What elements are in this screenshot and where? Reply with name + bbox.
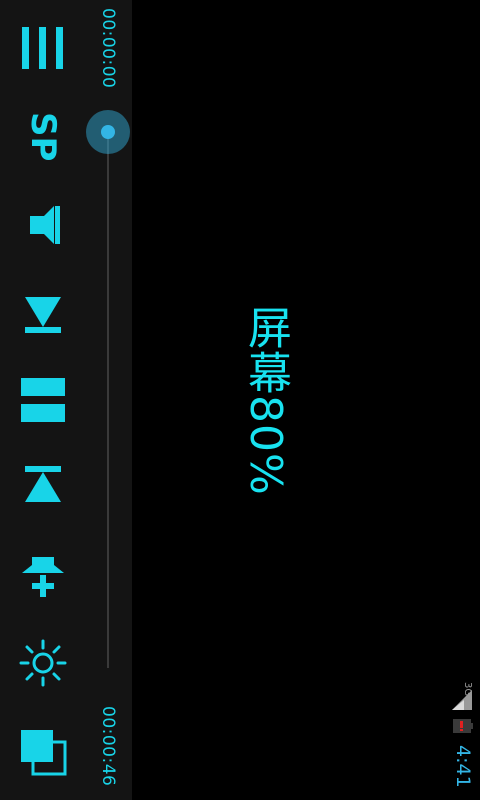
total-time: 00:00:46 [98,706,118,787]
screen-size-icon [21,730,67,776]
next-icon [25,466,61,502]
brightness-button[interactable] [10,630,76,696]
pause-button[interactable] [10,367,76,433]
network-type: 3G [462,682,473,697]
screen-size-button[interactable] [10,719,76,785]
brightness-icon [19,639,67,687]
volume-up-icon [22,557,64,597]
speed-label: SP [23,112,63,162]
status-time: 4:41 [452,744,474,788]
battery-icon [453,719,473,733]
volume-down-button[interactable] [10,192,76,258]
seek-thumb-core [101,125,115,139]
volume-up-button[interactable] [10,543,76,609]
brightness-osd: 屏幕80% [240,304,291,496]
video-player-screen: SP 00:00:00 00:00:46 屏幕80% 3G 4:41 [0,0,480,800]
control-bar: SP 00:00:00 00:00:46 [0,0,132,800]
previous-icon [25,297,61,333]
next-button[interactable] [10,454,76,520]
pause-icon [21,378,65,422]
seek-thumb[interactable] [86,110,130,154]
speed-button[interactable]: SP [10,104,76,170]
menu-button[interactable] [10,15,76,81]
seek-bar[interactable] [107,132,109,668]
previous-button[interactable] [10,279,76,345]
menu-icon [22,27,63,69]
volume-down-icon [30,206,60,244]
elapsed-time: 00:00:00 [98,8,118,89]
